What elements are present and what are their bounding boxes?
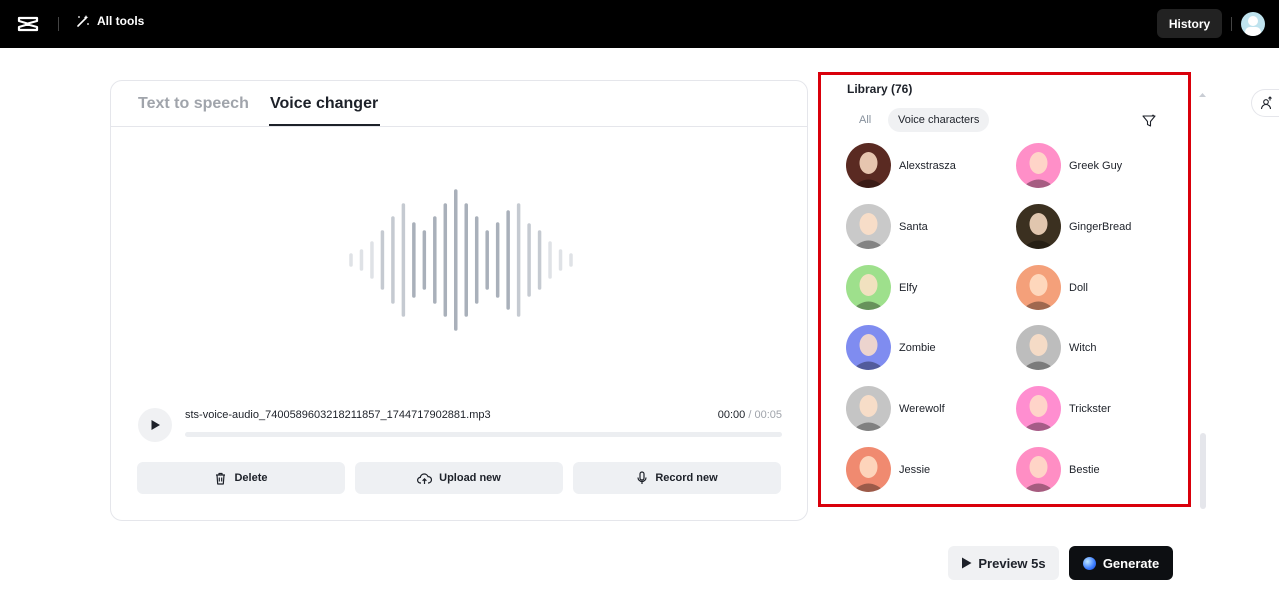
voice-item[interactable]: Doll	[1016, 265, 1088, 310]
all-tools-button[interactable]: All tools	[76, 14, 144, 28]
active-tab-indicator	[269, 124, 380, 126]
filter-chip-voice-characters[interactable]: Voice characters	[888, 108, 990, 132]
scroll-up-indicator[interactable]	[1199, 84, 1206, 97]
generate-orb-icon	[1082, 556, 1096, 570]
tab-voice-changer[interactable]: Voice changer	[270, 95, 378, 113]
capcut-logo-icon[interactable]	[17, 14, 39, 34]
play-icon	[151, 420, 160, 430]
voice-item[interactable]: Greek Guy	[1016, 143, 1122, 188]
total-time: 00:05	[754, 409, 782, 421]
voice-name: Alexstrasza	[899, 159, 956, 172]
mode-tabs: Text to speech Voice changer	[111, 81, 807, 127]
voice-library-panel: Library (76) All Voice characters Alexst…	[818, 72, 1191, 507]
voice-item[interactable]: Bestie	[1016, 447, 1100, 492]
user-upload-icon	[1260, 96, 1272, 110]
voice-name: GingerBread	[1069, 220, 1132, 233]
microphone-icon	[637, 471, 647, 484]
voice-avatar	[846, 386, 891, 431]
voice-name: Greek Guy	[1069, 159, 1123, 172]
generate-label: Generate	[1102, 555, 1160, 571]
delete-button[interactable]: Delete	[137, 462, 345, 494]
voice-avatar	[1016, 447, 1061, 492]
voice-name: Werewolf	[899, 402, 945, 415]
library-scrollbar[interactable]	[1200, 433, 1206, 509]
voice-name: Doll	[1069, 281, 1088, 294]
magic-wand-icon	[77, 15, 89, 27]
play-button[interactable]	[138, 408, 172, 442]
voice-item[interactable]: Elfy	[846, 265, 917, 310]
user-avatar[interactable]	[1241, 12, 1265, 36]
audio-time: 00:00 / 00:05	[718, 409, 782, 421]
voice-avatar	[1016, 204, 1061, 249]
record-new-label: Record new	[655, 472, 718, 484]
voice-item[interactable]: Trickster	[1016, 386, 1111, 431]
voice-item[interactable]: Santa	[846, 204, 928, 249]
topbar-divider	[58, 17, 59, 31]
audio-waveform	[349, 189, 573, 331]
voice-avatar	[846, 265, 891, 310]
voice-item[interactable]: GingerBread	[1016, 204, 1131, 249]
voice-item[interactable]: Jessie	[846, 447, 930, 492]
voice-item[interactable]: Witch	[1016, 325, 1097, 370]
floating-side-button[interactable]	[1251, 89, 1279, 117]
play-icon	[962, 557, 972, 569]
current-time: 00:00	[717, 409, 746, 421]
voice-name: Santa	[899, 220, 928, 233]
voice-avatar	[846, 447, 891, 492]
voice-name: Zombie	[899, 341, 936, 354]
voice-name: Trickster	[1069, 402, 1111, 415]
upload-new-label: Upload new	[439, 472, 501, 484]
voice-item[interactable]: Alexstrasza	[846, 143, 956, 188]
voice-avatar	[1016, 325, 1061, 370]
upload-new-button[interactable]: Upload new	[355, 462, 563, 494]
preview-button[interactable]: Preview 5s	[948, 546, 1059, 580]
voice-avatar	[846, 204, 891, 249]
filter-icon[interactable]	[1141, 113, 1157, 129]
voice-changer-panel: Text to speech Voice changer sts-voice-a…	[110, 80, 808, 521]
voice-item[interactable]: Zombie	[846, 325, 936, 370]
voice-avatar	[1016, 265, 1061, 310]
voice-name: Elfy	[899, 281, 918, 294]
cloud-upload-icon	[417, 472, 433, 484]
chevron-up-icon	[1199, 93, 1206, 97]
record-new-button[interactable]: Record new	[573, 462, 781, 494]
voice-avatar	[846, 143, 891, 188]
top-bar: All tools History	[0, 0, 1279, 48]
voice-item[interactable]: Werewolf	[846, 386, 945, 431]
voice-name: Jessie	[899, 463, 931, 476]
delete-label: Delete	[234, 472, 268, 484]
voice-avatar	[1016, 386, 1061, 431]
all-tools-label: All tools	[97, 14, 145, 28]
avatar-icon	[1245, 16, 1261, 36]
topbar-divider-right	[1231, 17, 1232, 31]
filter-chip-all[interactable]: All	[859, 114, 871, 126]
tab-text-to-speech[interactable]: Text to speech	[138, 95, 249, 113]
voice-avatar	[1016, 143, 1061, 188]
voice-name: Witch	[1069, 341, 1097, 354]
audio-filename: sts-voice-audio_7400589603218211857_1744…	[185, 409, 491, 421]
history-button[interactable]: History	[1157, 9, 1222, 38]
audio-progress-bar[interactable]	[185, 432, 782, 437]
trash-icon	[216, 472, 226, 485]
voice-avatar	[846, 325, 891, 370]
library-title: Library (76)	[847, 82, 913, 96]
generate-button[interactable]: Generate	[1069, 546, 1173, 580]
preview-label: Preview 5s	[978, 555, 1046, 571]
voice-name: Bestie	[1069, 463, 1100, 476]
